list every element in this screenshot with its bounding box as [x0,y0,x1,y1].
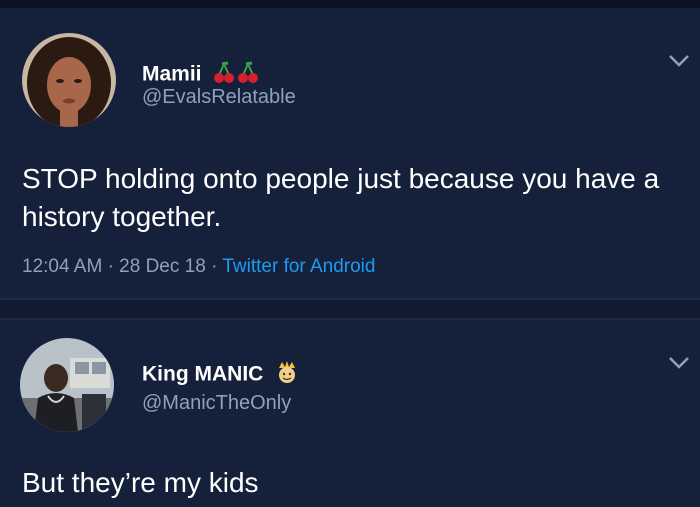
chevron-down-icon[interactable] [668,54,690,68]
avatar[interactable] [22,33,116,127]
tweet-text: But they’re my kids [22,467,259,498]
avatar[interactable] [20,338,114,432]
tweet-card[interactable]: Mamii @EvalsRelatable STOP holding onto … [0,8,700,298]
tweet-meta: 12:04 AM · 28 Dec 18 · Twitter for Andro… [22,256,376,277]
display-name[interactable]: King MANIC [142,360,299,390]
tweet-text: STOP holding onto people just because yo… [22,163,660,232]
status-strip [0,0,700,8]
tweet-date: 28 Dec 18 [119,256,206,277]
user-handle[interactable]: @ManicTheOnly [142,392,291,415]
crown-face-icon [275,360,299,390]
tweet-card[interactable]: King MANIC @ManicTheOnly But they’re my … [0,320,700,507]
user-handle[interactable]: @EvalsRelatable [142,86,296,109]
tweet-time: 12:04 AM [22,256,103,277]
chevron-down-icon[interactable] [668,356,690,370]
tweet-source-link[interactable]: Twitter for Android [222,256,375,277]
tweet-divider [0,298,700,320]
